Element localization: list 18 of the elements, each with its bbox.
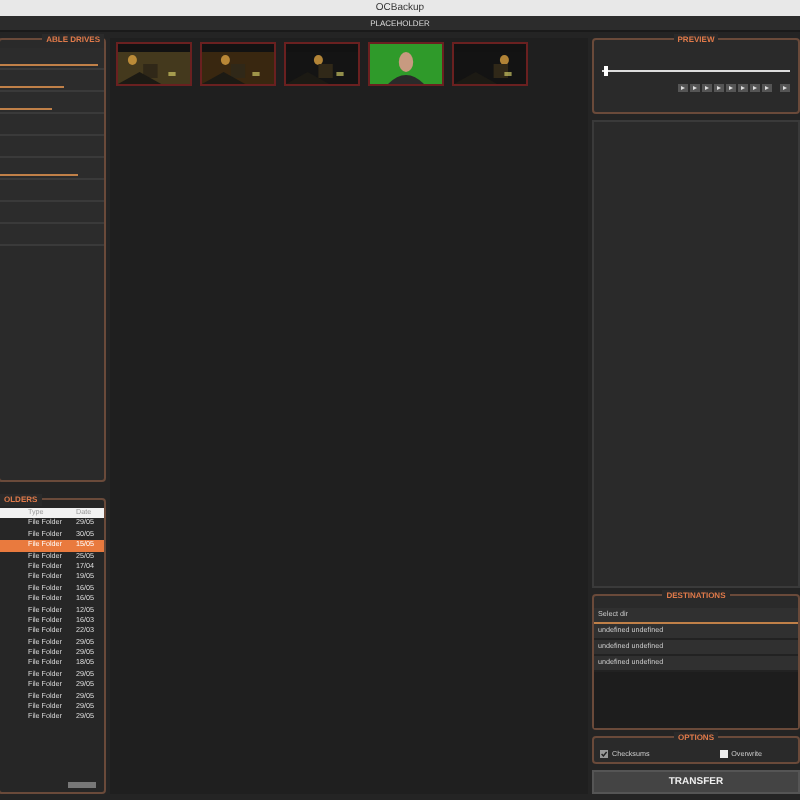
control-icon[interactable] bbox=[780, 84, 790, 92]
control-icon[interactable] bbox=[750, 84, 760, 92]
control-icon[interactable] bbox=[690, 84, 700, 92]
control-icon[interactable] bbox=[714, 84, 724, 92]
control-icon[interactable] bbox=[702, 84, 712, 92]
control-icon[interactable] bbox=[738, 84, 748, 92]
control-icon[interactable] bbox=[678, 84, 688, 92]
thumbnail[interactable] bbox=[116, 42, 192, 86]
thumbnail[interactable] bbox=[368, 42, 444, 86]
checkbox[interactable] bbox=[719, 750, 728, 758]
checkbox[interactable] bbox=[600, 750, 608, 758]
play-icon[interactable] bbox=[726, 84, 736, 92]
scrollbar-thumb[interactable] bbox=[68, 782, 96, 788]
thumbnail[interactable] bbox=[200, 42, 276, 86]
control-icon[interactable] bbox=[762, 84, 772, 92]
thumbnail[interactable] bbox=[284, 42, 360, 86]
slider-thumb[interactable] bbox=[603, 66, 608, 76]
thumbnail[interactable] bbox=[452, 42, 528, 86]
